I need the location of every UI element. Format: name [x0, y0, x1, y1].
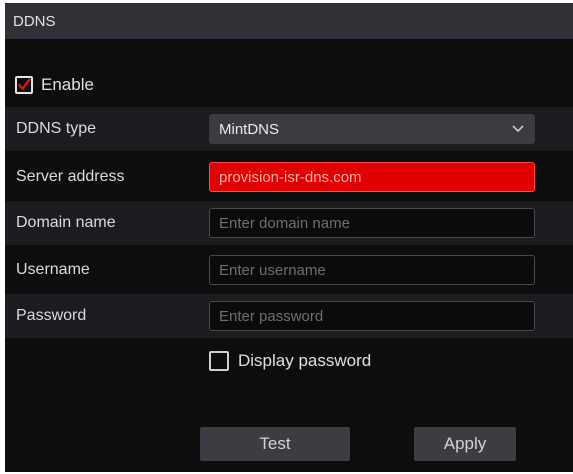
- server-address-value: provision-isr-dns.com: [219, 168, 362, 186]
- enable-toggle[interactable]: Enable: [15, 75, 94, 95]
- username-field[interactable]: Enter username: [209, 255, 535, 285]
- password-label: Password: [16, 307, 87, 324]
- ddns-type-value: MintDNS: [219, 120, 280, 138]
- password-row: Password Enter password: [5, 294, 573, 338]
- ddns-type-select[interactable]: MintDNS: [209, 114, 535, 144]
- username-placeholder: Enter username: [219, 261, 326, 279]
- page-title: DDNS: [13, 12, 56, 30]
- display-password-label: Display password: [238, 351, 372, 370]
- ddns-settings-panel: DDNS Enable DDNS type MintDNS Server add…: [5, 3, 573, 472]
- domain-name-row: Domain name Enter domain name: [5, 201, 573, 245]
- password-field[interactable]: Enter password: [209, 301, 535, 331]
- display-password-checkbox[interactable]: [209, 351, 229, 371]
- server-address-row: Server address provision-isr-dns.com: [5, 155, 573, 199]
- test-button[interactable]: Test: [200, 427, 350, 461]
- checkmark-icon: [18, 78, 31, 91]
- enable-label: Enable: [41, 75, 94, 94]
- domain-name-placeholder: Enter domain name: [219, 214, 350, 232]
- ddns-type-row: DDNS type MintDNS: [5, 107, 573, 151]
- display-password-toggle[interactable]: Display password: [209, 351, 371, 371]
- ddns-type-label: DDNS type: [16, 120, 97, 137]
- panel-header: DDNS: [5, 3, 573, 39]
- apply-button[interactable]: Apply: [414, 427, 516, 461]
- chevron-down-icon: [512, 125, 524, 133]
- server-address-field[interactable]: provision-isr-dns.com: [209, 162, 535, 192]
- domain-name-label: Domain name: [16, 214, 116, 231]
- password-placeholder: Enter password: [219, 307, 324, 325]
- username-label: Username: [16, 261, 90, 278]
- server-address-label: Server address: [16, 168, 125, 185]
- enable-checkbox[interactable]: [15, 76, 33, 94]
- username-row: Username Enter username: [5, 248, 573, 292]
- domain-name-field[interactable]: Enter domain name: [209, 208, 535, 238]
